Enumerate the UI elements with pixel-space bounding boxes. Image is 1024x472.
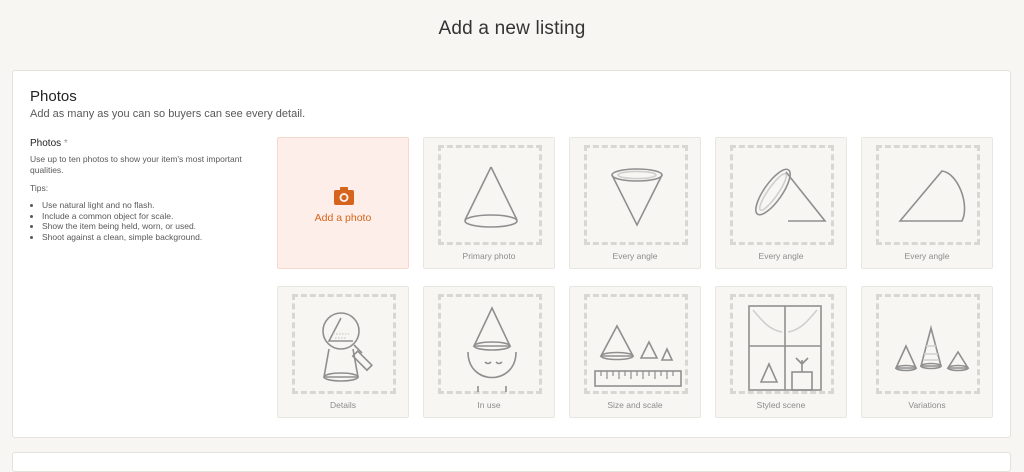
side-cone-icon (898, 170, 966, 222)
photo-slot-styled-scene[interactable]: Styled scene (715, 286, 847, 418)
photo-slot-angle-1[interactable]: Every angle (569, 137, 701, 269)
tip-item: Use natural light and no flash. (42, 200, 282, 211)
required-mark: * (63, 138, 68, 149)
photo-slot-details[interactable]: Details (277, 286, 409, 418)
magnifier-cone-icon (322, 312, 374, 382)
photo-slot-angle-3[interactable]: Every angle (861, 137, 993, 269)
slot-caption: Primary photo (462, 251, 516, 261)
slot-caption: In use (477, 400, 501, 410)
photo-slot-size-scale[interactable]: Size and scale (569, 286, 701, 418)
photos-description: Use up to ten photos to show your item's… (30, 154, 242, 175)
tips-list: Use natural light and no flash. Include … (30, 200, 282, 242)
photos-section: Photos Add as many as you can so buyers … (12, 70, 1011, 438)
tip-item: Show the item being held, worn, or used. (42, 221, 282, 232)
cone-hat-face-icon (467, 306, 517, 392)
photo-slot-variations[interactable]: Variations (861, 286, 993, 418)
camera-icon (334, 187, 354, 205)
photo-slot-in-use[interactable]: In use (423, 286, 555, 418)
section-subtitle: Add as many as you can so buyers can see… (30, 108, 306, 120)
slot-caption: Details (330, 400, 356, 410)
photos-field-label: Photos * (30, 138, 68, 149)
photos-label-text: Photos (30, 138, 62, 149)
section-title: Photos (30, 88, 77, 105)
add-photo-button[interactable]: Add a photo (277, 137, 409, 269)
next-section-card (12, 452, 1011, 472)
slot-caption: Size and scale (607, 400, 663, 410)
tips-title: Tips: (30, 183, 49, 193)
add-photo-label: Add a photo (314, 212, 372, 224)
cone-variations-icon (894, 324, 970, 372)
photo-slot-angle-2[interactable]: Every angle (715, 137, 847, 269)
slot-caption: Every angle (904, 251, 950, 261)
cone-icon (464, 166, 518, 228)
slot-caption: Every angle (758, 251, 804, 261)
page-title: Add a new listing (438, 18, 586, 39)
photo-slot-primary[interactable]: Primary photo (423, 137, 555, 269)
slot-caption: Every angle (612, 251, 658, 261)
window-scene-icon (748, 305, 822, 391)
slot-caption: Styled scene (756, 400, 806, 410)
tip-item: Include a common object for scale. (42, 211, 282, 222)
tilted-cone-icon (755, 168, 827, 222)
tip-item: Shoot against a clean, simple background… (42, 232, 282, 243)
inverted-cone-icon (611, 168, 663, 227)
slot-caption: Variations (908, 400, 946, 410)
ruler-cones-icon (594, 324, 682, 387)
